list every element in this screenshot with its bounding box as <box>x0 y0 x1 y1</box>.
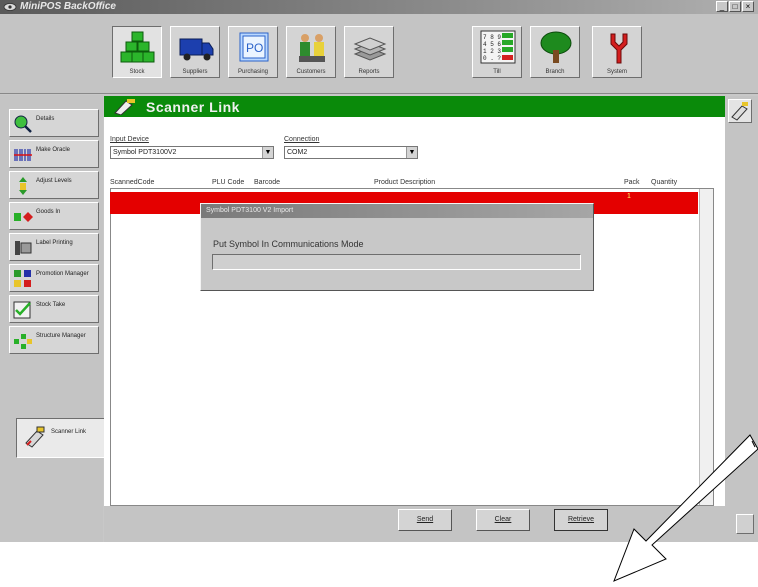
promotion-icon <box>14 270 31 287</box>
input-device-select[interactable]: Symbol PDT3100V2 ▼ <box>110 146 274 159</box>
reports-stack-icon <box>353 37 387 61</box>
toolbar-purchasing-button[interactable]: PO Purchasing <box>228 26 278 78</box>
sidebar-item-label: Details <box>36 116 55 122</box>
column-header[interactable]: PLU Code <box>212 179 244 186</box>
sidebar: Details Make Oracle Adjust Levels Goods … <box>0 95 106 542</box>
sidebar-item-label: Goods In <box>36 209 61 215</box>
structure-icon <box>14 334 32 349</box>
clear-button[interactable]: Clear <box>476 509 530 531</box>
sidebar-item-label: Promotion Manager <box>36 271 89 277</box>
toolbar-label: Stock <box>129 69 145 75</box>
scanner-icon <box>731 102 748 121</box>
svg-text:0 . ?: 0 . ? <box>483 55 501 62</box>
input-device-label: Input Device <box>110 136 149 143</box>
toolbar-stock-button[interactable]: Stock <box>112 26 162 78</box>
panel-header: Scanner Link <box>104 96 725 117</box>
delivery-truck-icon <box>179 38 214 61</box>
magnifier-icon <box>14 115 32 133</box>
connection-value: COM2 <box>287 149 308 156</box>
import-dialog: Symbol PDT3100 V2 Import Put Symbol In C… <box>200 203 594 291</box>
sidebar-item-scanner-link[interactable]: Scanner Link <box>16 418 106 458</box>
quantity-cell: 1 <box>627 193 631 200</box>
maximize-button[interactable]: □ <box>729 1 741 12</box>
sidebar-item-label: Structure Manager <box>36 333 86 339</box>
stock-boxes-icon <box>120 31 155 63</box>
sidebar-item-label-printing[interactable]: Label Printing <box>9 233 99 261</box>
toolbar-till-button[interactable]: 7 8 9 4 5 6 1 2 3 0 . ? Till <box>472 26 522 78</box>
till-keypad-icon: 7 8 9 4 5 6 1 2 3 0 . ? <box>480 30 516 64</box>
send-button[interactable]: Send <box>398 509 452 531</box>
chevron-down-icon[interactable]: ▼ <box>262 147 273 158</box>
input-device-value: Symbol PDT3100V2 <box>113 149 177 156</box>
sidebar-item-label: Scanner Link <box>51 429 87 435</box>
tree-icon <box>540 31 572 63</box>
svg-text:7 8 9: 7 8 9 <box>483 34 501 41</box>
svg-text:PO: PO <box>246 41 263 55</box>
toolbar-reports-button[interactable]: Reports <box>344 26 394 78</box>
column-header[interactable]: ScannedCode <box>110 179 154 186</box>
toolbar-label: Reports <box>358 69 380 75</box>
scanner-icon <box>114 99 135 115</box>
chevron-down-icon[interactable]: ▼ <box>406 147 417 158</box>
svg-text:1 2 3: 1 2 3 <box>483 48 501 55</box>
connection-label: Connection <box>284 136 320 143</box>
purchase-order-icon: PO <box>239 32 269 62</box>
toolbar-label: Customers <box>296 69 326 75</box>
toolbar-system-button[interactable]: System <box>592 26 642 78</box>
main-toolbar: Stock Suppliers PO Purchasing Customers … <box>0 14 758 94</box>
sidebar-item-label: Label Printing <box>36 240 73 246</box>
barcode-icon <box>14 149 32 161</box>
label-printer-icon <box>15 241 32 255</box>
toolbar-label: Branch <box>545 69 565 75</box>
toolbar-label: Purchasing <box>237 69 269 75</box>
svg-text:4 5 6: 4 5 6 <box>483 41 501 48</box>
column-header[interactable]: Barcode <box>254 179 280 186</box>
sidebar-item-label: Make Oracle <box>36 147 71 153</box>
sidebar-item-structure-manager[interactable]: Structure Manager <box>9 326 99 354</box>
sidebar-item-stock-take[interactable]: Stock Take <box>9 295 99 323</box>
toolbar-label: Suppliers <box>182 69 208 75</box>
dialog-message: Put Symbol In Communications Mode <box>213 239 364 249</box>
toolbar-label: System <box>606 69 627 75</box>
tools-icon <box>610 33 628 64</box>
adjust-levels-icon <box>19 177 27 195</box>
window-title: MiniPOS BackOffice <box>20 1 116 12</box>
toolbar-label: Till <box>493 69 501 75</box>
sidebar-item-label: Adjust Levels <box>36 178 72 184</box>
column-header[interactable]: Product Description <box>374 179 435 186</box>
scanner-icon <box>25 426 45 448</box>
page-title: Scanner Link <box>146 99 240 115</box>
column-header[interactable]: Pack <box>624 179 640 186</box>
close-button[interactable]: × <box>742 1 754 12</box>
title-bar[interactable]: MiniPOS BackOffice _ □ × <box>0 0 758 14</box>
toolbar-suppliers-button[interactable]: Suppliers <box>170 26 220 78</box>
sidebar-item-label: Stock Take <box>36 302 66 308</box>
app-icon <box>3 3 17 11</box>
sidebar-item-promotion-manager[interactable]: Promotion Manager <box>9 264 99 292</box>
toolbar-customers-button[interactable]: Customers <box>286 26 336 78</box>
import-progress-bar <box>212 254 581 270</box>
sidebar-item-adjust-levels[interactable]: Adjust Levels <box>9 171 99 199</box>
pointer-arrow-icon <box>613 434 758 582</box>
column-header[interactable]: Quantity <box>651 179 677 186</box>
goods-in-icon <box>14 212 33 222</box>
dialog-title: Symbol PDT3100 V2 Import <box>201 204 593 218</box>
sidebar-item-make-oracle[interactable]: Make Oracle <box>9 140 99 168</box>
connection-select[interactable]: COM2 ▼ <box>284 146 418 159</box>
scanner-shortcut-icon[interactable] <box>728 99 752 123</box>
customers-icon <box>299 34 325 62</box>
sidebar-item-details[interactable]: Details <box>9 109 99 137</box>
toolbar-branch-button[interactable]: Branch <box>530 26 580 78</box>
sidebar-item-goods-in[interactable]: Goods In <box>9 202 99 230</box>
checklist-icon <box>13 301 31 319</box>
minimize-button[interactable]: _ <box>716 1 728 12</box>
